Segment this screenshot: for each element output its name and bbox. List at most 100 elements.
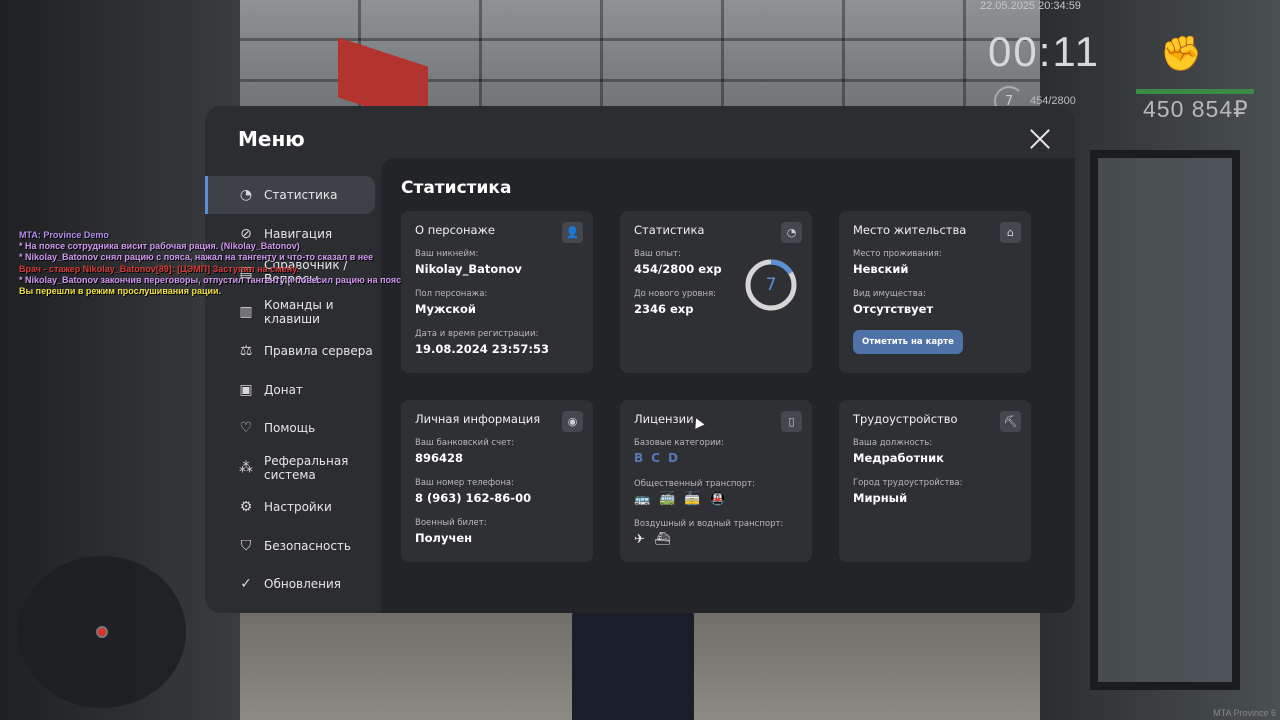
sidebar-item-label: Правила сервера	[264, 344, 373, 358]
post-label: Ваша должность:	[853, 438, 933, 448]
chat-line: Врач - стажер Nikolay_Batonov[89]: [ЦЭМП…	[19, 263, 299, 274]
place-value: Невский	[853, 262, 909, 276]
sidebar-item-settings[interactable]: ⚙ Настройки	[205, 488, 375, 526]
city-label: Город трудоустройства:	[853, 478, 963, 488]
property-value: Отсутствует	[853, 302, 934, 316]
sidebar-item-label: Безопасность	[264, 538, 351, 553]
licenses-card: Лицензии ▯ Базовые категории: B C D Обще…	[620, 400, 812, 562]
phone-value: 8 (963) 162-86-00	[415, 491, 532, 505]
reg-value: 19.08.2024 23:57:53	[415, 342, 549, 356]
air-water-transport-label: Воздушный и водный транспорт:	[634, 519, 784, 529]
place-label: Место проживания:	[853, 249, 942, 259]
statistics-card: Статистика ◔ Ваш опыт: 454/2800 exp До н…	[620, 211, 812, 373]
sidebar-item-label: Статистика	[264, 188, 338, 202]
sidebar-item-help[interactable]: ♡ Помощь	[205, 409, 375, 447]
sidebar-item-updates[interactable]: ✓ Обновления	[205, 565, 375, 603]
trolleybus-icon: 🚎	[659, 492, 676, 507]
sex-value: Мужской	[415, 302, 476, 316]
card-title: Трудоустройство	[853, 412, 958, 426]
reg-label: Дата и время регистрации:	[415, 329, 539, 339]
residence-card: Место жительства ⌂ Место проживания: Нев…	[839, 211, 1031, 373]
user-icon: 👤	[562, 222, 583, 243]
content-title: Статистика	[401, 178, 512, 198]
hud-money: 450 854₽	[1143, 96, 1249, 122]
base-categories: B C D	[634, 451, 798, 465]
chat-line: Вы перешли в режим прослушивания рации.	[19, 286, 222, 297]
check-circle-icon: ✓	[240, 576, 252, 592]
bank-label: Ваш банковский счет:	[415, 438, 515, 448]
glass-door	[1090, 150, 1240, 690]
hud-clock: 00:11	[988, 28, 1100, 75]
sidebar-item-label: Реферальная система	[264, 453, 349, 482]
card-title: О персонаже	[415, 223, 495, 237]
pickaxe-icon: ⛏	[1000, 411, 1021, 432]
sidebar-item-commands[interactable]: ▥ Команды и клавиши	[205, 292, 375, 332]
category-c: C	[651, 451, 660, 465]
menu-title: Меню	[238, 127, 305, 151]
metro-icon: 🚇	[709, 492, 726, 507]
card-title: Лицензии	[634, 412, 694, 426]
fist-icon: ✊	[1160, 34, 1203, 74]
mark-on-map-button[interactable]: Отметить на карте	[853, 330, 963, 354]
shield-icon: ⛉	[240, 537, 252, 554]
card-title: Личная информация	[415, 412, 541, 426]
hud-datetime: 22.05.2025 20:34:59	[980, 0, 1081, 12]
tram-icon: 🚋	[684, 492, 701, 507]
category-d: D	[667, 451, 678, 465]
nick-label: Ваш никнейм:	[415, 249, 479, 259]
military-value: Получен	[415, 531, 473, 545]
employment-card: Трудоустройство ⛏ Ваша должность: Медраб…	[839, 400, 1031, 562]
home-icon: ⌂	[1000, 222, 1021, 243]
pie-chart-icon: ◔	[781, 222, 802, 243]
sidebar-item-label: Настройки	[264, 500, 332, 514]
phone-label: Ваш номер телефона:	[415, 478, 514, 488]
public-transport-icons: 🚌 🚎 🚋 🚇	[634, 492, 798, 507]
card-title: Статистика	[634, 223, 705, 237]
scales-icon: ⚖	[239, 343, 253, 359]
nick-value: Nikolay_Batonov	[415, 262, 522, 276]
sidebar-item-referral[interactable]: ⁂ Реферальная система	[205, 448, 375, 488]
sidebar-item-label: Помощь	[264, 421, 316, 435]
property-label: Вид имущества:	[853, 289, 926, 299]
sidebar-item-label: Донат	[264, 382, 303, 397]
statistics-content: Статистика О персонаже 👤 Ваш никнейм: Ni…	[381, 158, 1075, 613]
sidebar-item-security[interactable]: ⛉ Безопасность	[205, 527, 375, 565]
chat-title: MTA: Province Demo	[19, 230, 109, 240]
health-bar	[1136, 89, 1254, 94]
menu-panel: Меню ◔ Статистика ⊘ Навигация ▤ Справочн…	[205, 106, 1075, 613]
sidebar-item-rules[interactable]: ⚖ Правила сервера	[205, 332, 375, 370]
bus-icon: 🚌	[634, 492, 651, 507]
card-title: Место жительства	[853, 223, 967, 237]
close-icon[interactable]	[1029, 128, 1051, 150]
military-label: Военный билет:	[415, 518, 487, 528]
city-value: Мирный	[853, 491, 908, 505]
chat-log: MTA: Province Demo * На поясе сотрудника…	[19, 230, 401, 297]
category-b: B	[634, 451, 644, 465]
air-water-transport-icons: ✈ ⛴	[634, 532, 798, 547]
personal-card: Личная информация ◉ Ваш банковский счет:…	[401, 400, 593, 562]
ship-icon: ⛴	[653, 532, 671, 547]
player-marker-icon	[96, 626, 108, 638]
player-character	[572, 610, 694, 720]
sidebar-item-donate[interactable]: ▣ Донат	[205, 371, 375, 409]
sidebar-item-label: Обновления	[264, 577, 342, 591]
level-value: 7	[765, 275, 777, 295]
plane-icon: ✈	[634, 532, 645, 547]
user-circle-icon: ◉	[562, 411, 583, 432]
watermark: MTA Province 6	[1213, 708, 1276, 718]
network-icon: ⁂	[239, 459, 253, 476]
id-card-icon: ▯	[781, 411, 802, 432]
base-categories-label: Базовые категории:	[634, 438, 724, 448]
bank-value: 896428	[415, 451, 464, 465]
sidebar-item-label: Команды и клавиши	[264, 297, 334, 326]
sidebar-item-statistics[interactable]: ◔ Статистика	[205, 176, 375, 214]
gear-icon: ⚙	[239, 499, 253, 515]
sex-label: Пол персонажа:	[415, 289, 488, 299]
chat-line: * Nikolay_Batonov закончив переговоры, о…	[19, 274, 402, 285]
chat-line: * На поясе сотрудника висит рабочая раци…	[19, 241, 300, 252]
chat-line: * Nikolay_Batonov снял рацию с пояса, на…	[19, 252, 374, 263]
character-card: О персонаже 👤 Ваш никнейм: Nikolay_Baton…	[401, 211, 593, 373]
document-icon: ▥	[239, 303, 253, 320]
pie-chart-icon: ◔	[239, 187, 253, 203]
public-transport-label: Общественный транспорт:	[634, 479, 755, 489]
